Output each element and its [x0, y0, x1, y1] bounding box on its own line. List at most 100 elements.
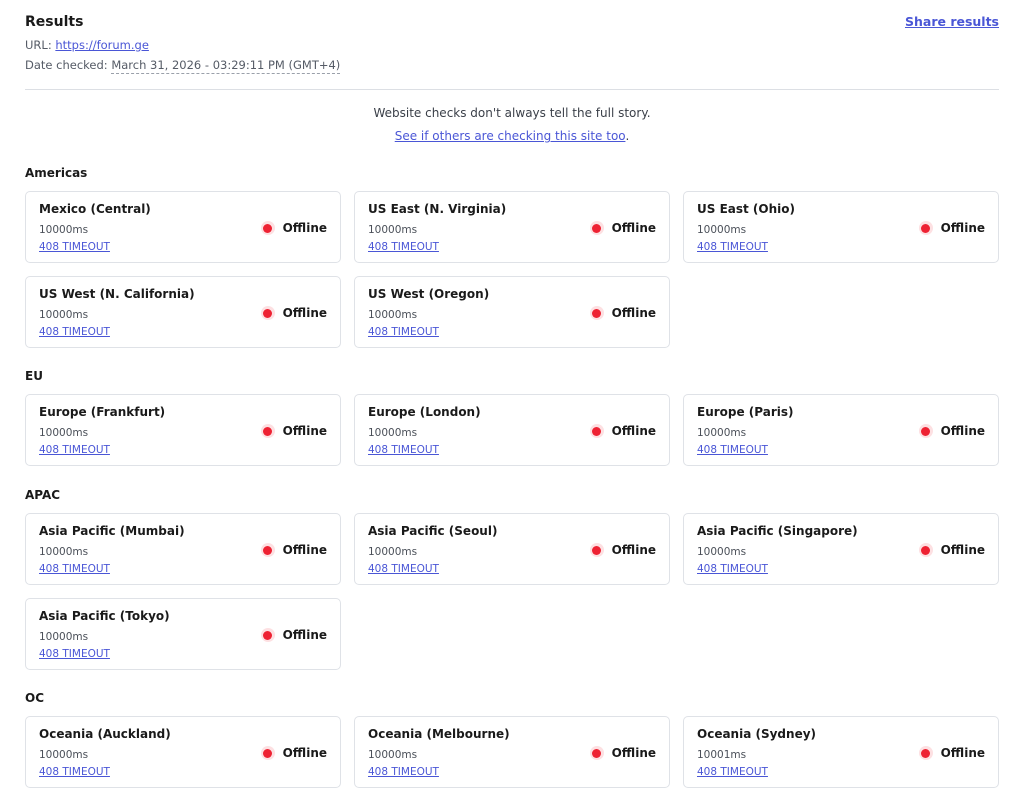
error-code-link[interactable]: 408 TIMEOUT — [39, 648, 110, 660]
error-code-link[interactable]: 408 TIMEOUT — [39, 241, 110, 253]
error-code-link[interactable]: 408 TIMEOUT — [39, 766, 110, 778]
share-results-link[interactable]: Share results — [905, 14, 999, 29]
location-card: Asia Pacific (Seoul) 10000ms 408 TIMEOUT… — [354, 513, 670, 585]
location-card: US East (Ohio) 10000ms 408 TIMEOUT Offli… — [683, 191, 999, 263]
response-time: 10000ms — [368, 309, 418, 321]
error-code-link[interactable]: 408 TIMEOUT — [697, 563, 768, 575]
region-heading: OC — [25, 691, 45, 705]
url-label: URL: — [25, 38, 52, 52]
date-value[interactable]: March 31, 2026 - 03:29:11 PM (GMT+4) — [111, 58, 341, 74]
error-code-link[interactable]: 408 TIMEOUT — [368, 326, 439, 338]
red-dot-icon — [918, 424, 933, 438]
status-label: Offline — [282, 424, 327, 438]
location-card: US West (N. California) 10000ms 408 TIME… — [25, 276, 341, 348]
red-dot-icon — [260, 424, 275, 438]
region-heading: Americas — [25, 166, 88, 180]
response-time: 10000ms — [697, 224, 747, 236]
location-name: Asia Pacific (Mumbai) — [39, 524, 185, 538]
red-dot-icon — [260, 746, 275, 760]
notice-text: Website checks don't always tell the ful… — [373, 106, 651, 120]
status-indicator: Offline — [260, 221, 327, 235]
status-indicator: Offline — [260, 628, 327, 642]
error-code-link[interactable]: 408 TIMEOUT — [39, 326, 110, 338]
error-code-link[interactable]: 408 TIMEOUT — [697, 241, 768, 253]
region-heading: APAC — [25, 488, 61, 502]
status-label: Offline — [282, 221, 327, 235]
url-link[interactable]: https://forum.ge — [55, 38, 149, 52]
error-code-link[interactable]: 408 TIMEOUT — [368, 241, 439, 253]
red-dot-icon — [260, 306, 275, 320]
error-code-link[interactable]: 408 TIMEOUT — [368, 563, 439, 575]
date-label: Date checked: — [25, 58, 108, 72]
red-dot-icon — [260, 543, 275, 557]
location-card: US West (Oregon) 10000ms 408 TIMEOUT Off… — [354, 276, 670, 348]
status-indicator: Offline — [918, 746, 985, 760]
status-indicator: Offline — [260, 543, 327, 557]
error-code-link[interactable]: 408 TIMEOUT — [368, 444, 439, 456]
status-label: Offline — [611, 306, 656, 320]
red-dot-icon — [589, 221, 604, 235]
status-label: Offline — [940, 221, 985, 235]
status-indicator: Offline — [589, 424, 656, 438]
header-divider — [25, 89, 999, 90]
response-time: 10000ms — [368, 224, 418, 236]
status-label: Offline — [282, 746, 327, 760]
red-dot-icon — [918, 221, 933, 235]
location-card: Asia Pacific (Singapore) 10000ms 408 TIM… — [683, 513, 999, 585]
notice-link-suffix: . — [625, 129, 630, 143]
response-time: 10000ms — [39, 309, 89, 321]
response-time: 10000ms — [368, 749, 418, 761]
error-code-link[interactable]: 408 TIMEOUT — [368, 766, 439, 778]
status-label: Offline — [282, 306, 327, 320]
status-indicator: Offline — [589, 543, 656, 557]
response-time: 10000ms — [368, 427, 418, 439]
location-name: US West (N. California) — [39, 287, 195, 301]
location-card: Oceania (Auckland) 10000ms 408 TIMEOUT O… — [25, 716, 341, 788]
response-time: 10000ms — [697, 546, 747, 558]
location-card: Asia Pacific (Mumbai) 10000ms 408 TIMEOU… — [25, 513, 341, 585]
error-code-link[interactable]: 408 TIMEOUT — [697, 444, 768, 456]
red-dot-icon — [260, 221, 275, 235]
status-label: Offline — [611, 424, 656, 438]
location-name: US East (Ohio) — [697, 202, 795, 216]
status-label: Offline — [940, 424, 985, 438]
location-card: Europe (London) 10000ms 408 TIMEOUT Offl… — [354, 394, 670, 466]
response-time: 10000ms — [39, 427, 89, 439]
location-name: US West (Oregon) — [368, 287, 490, 301]
status-indicator: Offline — [589, 221, 656, 235]
status-label: Offline — [282, 628, 327, 642]
location-card: Oceania (Melbourne) 10000ms 408 TIMEOUT … — [354, 716, 670, 788]
error-code-link[interactable]: 408 TIMEOUT — [39, 444, 110, 456]
location-card: Asia Pacific (Tokyo) 10000ms 408 TIMEOUT… — [25, 598, 341, 670]
status-indicator: Offline — [589, 746, 656, 760]
location-name: Mexico (Central) — [39, 202, 151, 216]
red-dot-icon — [918, 543, 933, 557]
red-dot-icon — [260, 628, 275, 642]
status-indicator: Offline — [918, 424, 985, 438]
notice-link-row: See if others are checking this site too… — [25, 129, 999, 143]
status-label: Offline — [940, 746, 985, 760]
location-card: US East (N. Virginia) 10000ms 408 TIMEOU… — [354, 191, 670, 263]
location-name: Europe (Paris) — [697, 405, 794, 419]
location-name: Oceania (Auckland) — [39, 727, 171, 741]
red-dot-icon — [589, 306, 604, 320]
response-time: 10000ms — [39, 749, 89, 761]
status-indicator: Offline — [918, 221, 985, 235]
error-code-link[interactable]: 408 TIMEOUT — [697, 766, 768, 778]
see-others-link[interactable]: See if others are checking this site too — [395, 129, 626, 143]
response-time: 10000ms — [39, 546, 89, 558]
location-name: Europe (London) — [368, 405, 481, 419]
location-name: Europe (Frankfurt) — [39, 405, 166, 419]
location-name: Oceania (Sydney) — [697, 727, 817, 741]
url-row: URL: https://forum.ge — [25, 38, 149, 52]
location-card: Oceania (Sydney) 10001ms 408 TIMEOUT Off… — [683, 716, 999, 788]
status-indicator: Offline — [260, 424, 327, 438]
error-code-link[interactable]: 408 TIMEOUT — [39, 563, 110, 575]
status-indicator: Offline — [260, 306, 327, 320]
results-header: Results Share results URL: https://forum… — [25, 14, 999, 76]
date-row: Date checked: March 31, 2026 - 03:29:11 … — [25, 58, 341, 74]
status-indicator: Offline — [918, 543, 985, 557]
red-dot-icon — [589, 543, 604, 557]
status-indicator: Offline — [589, 306, 656, 320]
red-dot-icon — [589, 424, 604, 438]
